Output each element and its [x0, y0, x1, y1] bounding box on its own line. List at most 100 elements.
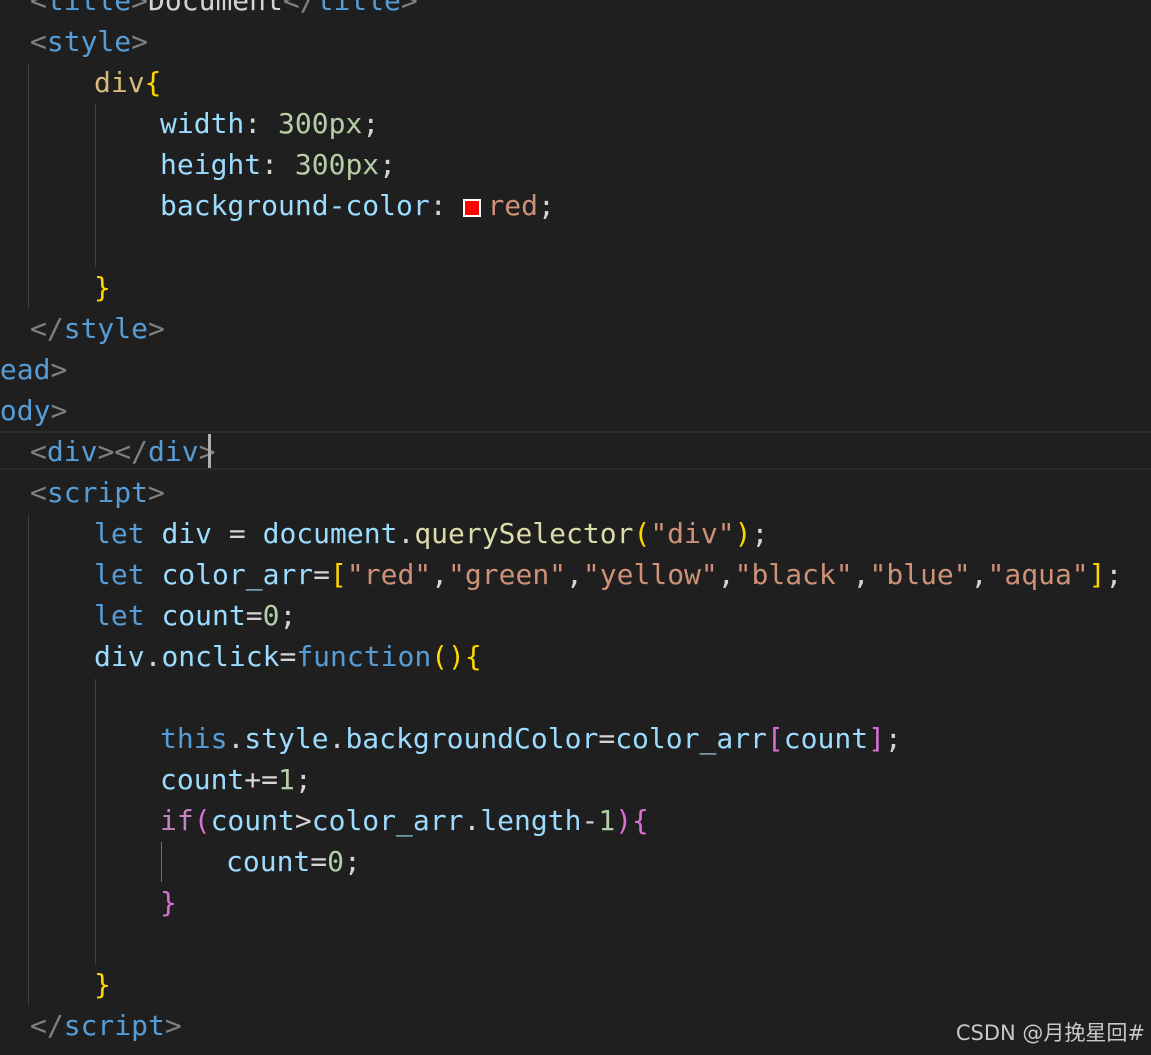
code-token: width	[160, 107, 245, 140]
code-line[interactable]: let color_arr=["red","green","yellow","b…	[94, 554, 1122, 595]
code-line[interactable]: let div = document.querySelector("div");	[94, 513, 768, 554]
code-token: .	[144, 640, 162, 673]
code-token: >	[131, 25, 149, 58]
code-token: </	[30, 312, 64, 345]
code-token: length	[480, 804, 582, 837]
code-token: )	[615, 804, 633, 837]
code-token: .	[397, 517, 415, 550]
code-line[interactable]: background-color: red;	[160, 185, 555, 226]
code-token: function	[296, 640, 432, 673]
code-line[interactable]: </script>	[30, 1005, 182, 1046]
code-line[interactable]: width: 300px;	[160, 103, 379, 144]
code-line[interactable]: body>	[0, 390, 67, 431]
code-token: div	[148, 435, 199, 468]
code-line[interactable]: div{	[94, 62, 161, 103]
code-token: ;	[538, 189, 555, 222]
code-line[interactable]: }	[94, 267, 111, 308]
code-editor[interactable]: <title>Document</title> <style> div{width:…	[0, 0, 1151, 1055]
code-token: >	[400, 0, 418, 17]
code-line[interactable]: height: 300px;	[160, 144, 396, 185]
code-token: .	[463, 804, 481, 837]
indent-guide-div-rule	[95, 104, 96, 267]
code-token: "red"	[346, 558, 432, 591]
code-token: onclick	[161, 640, 280, 673]
text-cursor	[208, 434, 211, 468]
code-token: head	[0, 353, 51, 386]
code-token: >	[131, 0, 149, 17]
code-token: ></	[97, 435, 149, 468]
code-token: ,	[431, 558, 449, 591]
color-swatch[interactable]	[463, 199, 482, 217]
code-token: .	[328, 722, 346, 755]
code-token: ]	[868, 722, 885, 755]
code-token: >	[50, 394, 68, 427]
code-token: div	[94, 640, 145, 673]
code-token: :	[244, 107, 279, 140]
code-token: =	[598, 722, 616, 755]
indent-guide-script	[28, 515, 29, 1005]
code-line[interactable]: </style>	[30, 308, 165, 349]
code-token: >	[50, 353, 68, 386]
code-token: ;	[279, 599, 297, 632]
code-line[interactable]: <script>	[30, 472, 165, 513]
code-token: let	[94, 599, 145, 632]
code-line[interactable]: div.onclick=function(){	[94, 636, 482, 677]
code-token: 0	[327, 845, 345, 878]
code-token: div	[161, 517, 213, 550]
code-token: height	[160, 148, 262, 181]
code-token: count	[160, 763, 245, 796]
code-token: this	[160, 722, 228, 755]
code-token: "aqua"	[987, 558, 1089, 591]
code-line[interactable]: if(count>color_arr.length-1){	[160, 800, 649, 841]
code-token: :	[429, 189, 464, 222]
code-token: "green"	[448, 558, 567, 591]
code-token: ;	[379, 148, 397, 181]
code-line[interactable]: this.style.backgroundColor=color_arr[cou…	[160, 718, 902, 759]
code-token: "div"	[650, 517, 735, 550]
code-line[interactable]: <style>	[30, 21, 148, 62]
code-line[interactable]: }	[160, 882, 177, 923]
code-token: =	[212, 517, 263, 550]
code-line[interactable]: <title>Document</title>	[30, 0, 418, 21]
watermark: CSDN @月挽星回#	[955, 1021, 1145, 1045]
code-line[interactable]: head>	[0, 349, 67, 390]
code-token: =	[279, 640, 297, 673]
code-token: style	[63, 312, 149, 345]
code-line[interactable]: count=0;	[226, 841, 361, 882]
code-token: 1	[278, 763, 295, 796]
code-token: count	[783, 722, 869, 755]
code-token: ,	[970, 558, 988, 591]
code-token: style	[46, 25, 132, 58]
code-token: ;	[751, 517, 769, 550]
code-token: script	[46, 476, 149, 509]
code-token: }	[94, 968, 111, 1001]
code-token: <	[30, 435, 47, 468]
code-token: =	[310, 845, 328, 878]
code-token: >	[164, 1009, 182, 1042]
code-line[interactable]: }	[94, 964, 111, 1005]
code-token: count	[210, 804, 295, 837]
code-line[interactable]: count+=1;	[160, 759, 312, 800]
code-line[interactable]: let count=0;	[94, 595, 296, 636]
code-token: +=	[244, 763, 279, 796]
code-token: ,	[852, 558, 870, 591]
code-token: title	[316, 0, 401, 17]
code-token: Document	[148, 0, 283, 17]
code-token: red	[487, 189, 539, 222]
code-token: {	[144, 66, 162, 99]
code-token: :	[261, 148, 295, 181]
code-token: [	[766, 722, 784, 755]
code-token: "yellow"	[582, 558, 718, 591]
code-token: let	[94, 517, 145, 550]
code-token: let	[94, 558, 145, 591]
code-token: 0	[262, 599, 280, 632]
code-token: title	[46, 0, 132, 17]
code-token: }	[94, 271, 111, 304]
indent-guide-onclick	[95, 679, 96, 965]
indent-guide-style	[28, 63, 29, 308]
code-token: ()	[431, 640, 465, 673]
code-token: </	[30, 1009, 64, 1042]
code-line[interactable]: <div></div>	[30, 431, 215, 472]
